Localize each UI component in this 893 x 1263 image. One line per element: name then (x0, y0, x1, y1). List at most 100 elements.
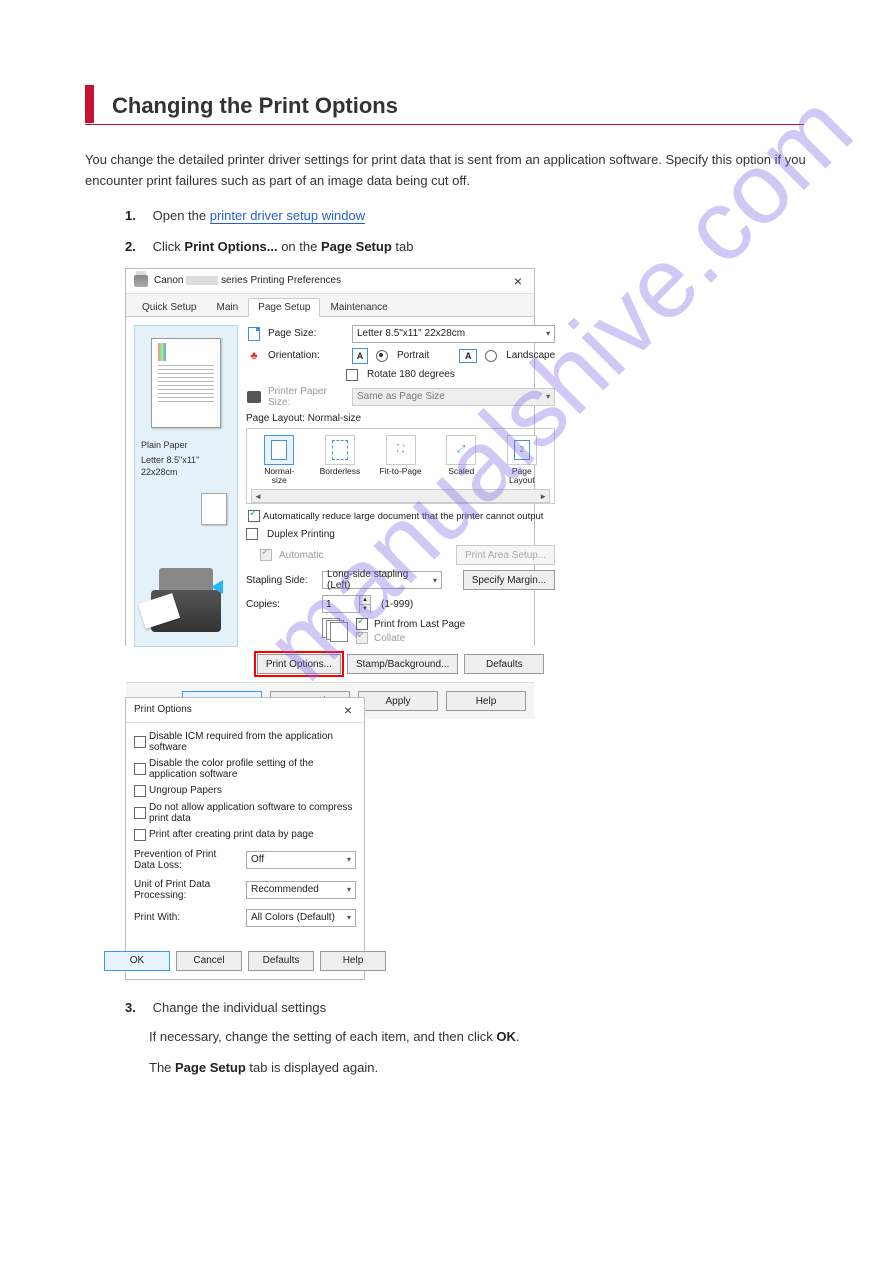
layout-scaled[interactable]: ⤢ Scaled (439, 435, 483, 486)
prevention-select[interactable]: Off (246, 851, 356, 869)
preferences-dialog: Canon series Printing Preferences × Quic… (125, 268, 535, 646)
unit-label: Unit of Print Data Processing: (134, 879, 240, 901)
rotate-180-label: Rotate 180 degrees (367, 369, 455, 380)
print-last-label: Print from Last Page (374, 619, 465, 630)
duplex-label: Duplex Printing (267, 529, 335, 540)
step-3-text: Change the individual settings (153, 1000, 326, 1015)
step-2-prefix: Click (153, 239, 185, 254)
stamp-background-button[interactable]: Stamp/Background... (347, 654, 458, 674)
print-options-dialog: Print Options × Disable ICM required fro… (125, 697, 365, 980)
collate-icon (322, 618, 346, 640)
step-3: 3. Change the individual settings (125, 1000, 808, 1015)
step-2-bold1: Print Options... (184, 239, 277, 254)
po-help-button[interactable]: Help (320, 951, 386, 971)
auto-reduce-label: Automatically reduce large document that… (263, 511, 543, 522)
step-2: 2. Click Print Options... on the Page Se… (125, 239, 808, 254)
po-close-icon[interactable]: × (340, 702, 356, 718)
po-titlebar: Print Options × (126, 698, 364, 723)
portrait-icon: A (352, 348, 368, 364)
copies-input[interactable] (323, 599, 359, 610)
collate-checkbox (356, 632, 368, 644)
copies-range: (1-999) (381, 599, 413, 610)
tab-main[interactable]: Main (206, 298, 248, 316)
automatic-label: Automatic (279, 550, 323, 561)
page-title: Changing the Print Options (112, 93, 398, 123)
auto-reduce-checkbox[interactable] (248, 510, 260, 522)
opt-disable-color-profile-checkbox[interactable] (134, 763, 146, 775)
layout-label: Page Layout: Normal-size (246, 413, 555, 424)
portrait-radio[interactable] (376, 350, 388, 362)
layout-fit-to-page[interactable]: ⛶ Fit-to-Page (379, 435, 423, 486)
preferences-screenshot: Canon series Printing Preferences × Quic… (125, 268, 808, 646)
step-3-body1: If necessary, change the setting of each… (149, 1029, 808, 1044)
print-last-checkbox[interactable] (356, 618, 368, 630)
tab-maintenance[interactable]: Maintenance (320, 298, 397, 316)
duplex-checkbox[interactable] (246, 528, 258, 540)
printer-paper-icon (247, 391, 261, 403)
printer-icon (134, 275, 148, 287)
layout-page-layout[interactable]: 2 Page Layout (500, 435, 544, 486)
layout-normal-size[interactable]: Normal-size (257, 435, 301, 486)
opt-no-compress-label: Do not allow application software to com… (149, 802, 356, 824)
opA-disable-icm-checkbox[interactable] (134, 736, 146, 748)
title-rule (85, 124, 804, 125)
preview-size-label: Letter 8.5"x11" 22x28cm (141, 455, 231, 478)
stapling-side-select[interactable]: Long-side stapling (Left) (322, 571, 442, 589)
page-size-select[interactable]: Letter 8.5"x11" 22x28cm (352, 325, 555, 343)
landscape-radio[interactable] (485, 350, 497, 362)
step-3-body2: The Page Setup tab is displayed again. (149, 1060, 808, 1075)
preview-pane: Plain Paper Letter 8.5"x11" 22x28cm (134, 325, 238, 647)
print-area-setup-button: Print Area Setup... (456, 545, 555, 565)
step-1: 1. Open the printer driver setup window (125, 208, 808, 223)
prevention-label: Prevention of Print Data Loss: (134, 849, 240, 871)
copies-spinner[interactable]: ▲▼ (322, 595, 371, 613)
layout-scrollbar[interactable] (251, 489, 550, 503)
printer-paper-select: Same as Page Size (352, 388, 555, 406)
po-defaults-button[interactable]: Defaults (248, 951, 314, 971)
page-preview (151, 338, 221, 428)
tab-quick-setup[interactable]: Quick Setup (132, 298, 206, 316)
unit-select[interactable]: Recommended (246, 881, 356, 899)
step-2-bold2: Page Setup (321, 239, 392, 254)
tabs: Quick Setup Main Page Setup Maintenance (126, 294, 534, 317)
layout-group: Normal-size Borderless ⛶ Fit-to-Page ⤢ (246, 428, 555, 505)
close-icon[interactable]: × (510, 273, 526, 289)
opt-print-after-create-label: Print after creating print data by page (149, 829, 314, 840)
tab-page-setup[interactable]: Page Setup (248, 298, 320, 317)
print-with-select[interactable]: All Colors (Default) (246, 909, 356, 927)
portrait-label: Portrait (397, 350, 429, 361)
stapling-side-label: Stapling Side: (246, 575, 316, 586)
layout-borderless[interactable]: Borderless (318, 435, 362, 486)
opt-no-compress-checkbox[interactable] (134, 807, 146, 819)
landscape-icon: A (459, 349, 477, 363)
driver-setup-link[interactable]: printer driver setup window (210, 208, 365, 224)
step-2-num: 2. (125, 239, 149, 254)
title-row: Changing the Print Options (85, 85, 808, 123)
po-cancel-button[interactable]: Cancel (176, 951, 242, 971)
step-2-suffix: tab (395, 239, 413, 254)
copies-label: Copies: (246, 599, 316, 610)
small-page-icon (201, 493, 227, 525)
specify-margin-button[interactable]: Specify Margin... (463, 570, 555, 590)
print-with-label: Print With: (134, 912, 240, 923)
dialog-titlebar: Canon series Printing Preferences × (126, 269, 534, 294)
rotate-180-checkbox[interactable] (346, 369, 358, 381)
po-ok-button[interactable]: OK (104, 951, 170, 971)
collate-label: Collate (374, 633, 405, 644)
intro-text: You change the detailed printer driver s… (85, 150, 808, 192)
printer-paper-label: Printer Paper Size: (268, 386, 346, 408)
opt-ungroup-papers-checkbox[interactable] (134, 785, 146, 797)
step-1-prefix: Open the (153, 208, 210, 223)
print-options-button[interactable]: Print Options... (257, 654, 341, 674)
printer-image (141, 562, 231, 632)
opt-disable-color-profile-label: Disable the color profile setting of the… (149, 758, 356, 780)
step-2-mid: on the (281, 239, 321, 254)
landscape-label: Landscape (506, 350, 555, 361)
dialog-title: Canon series Printing Preferences (154, 275, 341, 286)
opt-print-after-create-checkbox[interactable] (134, 829, 146, 841)
orientation-icon: ♣ (250, 350, 257, 362)
page-size-icon (248, 327, 260, 341)
po-title: Print Options (134, 704, 192, 715)
defaults-button[interactable]: Defaults (464, 654, 544, 674)
opt-ungroup-papers-label: Ungroup Papers (149, 785, 222, 796)
